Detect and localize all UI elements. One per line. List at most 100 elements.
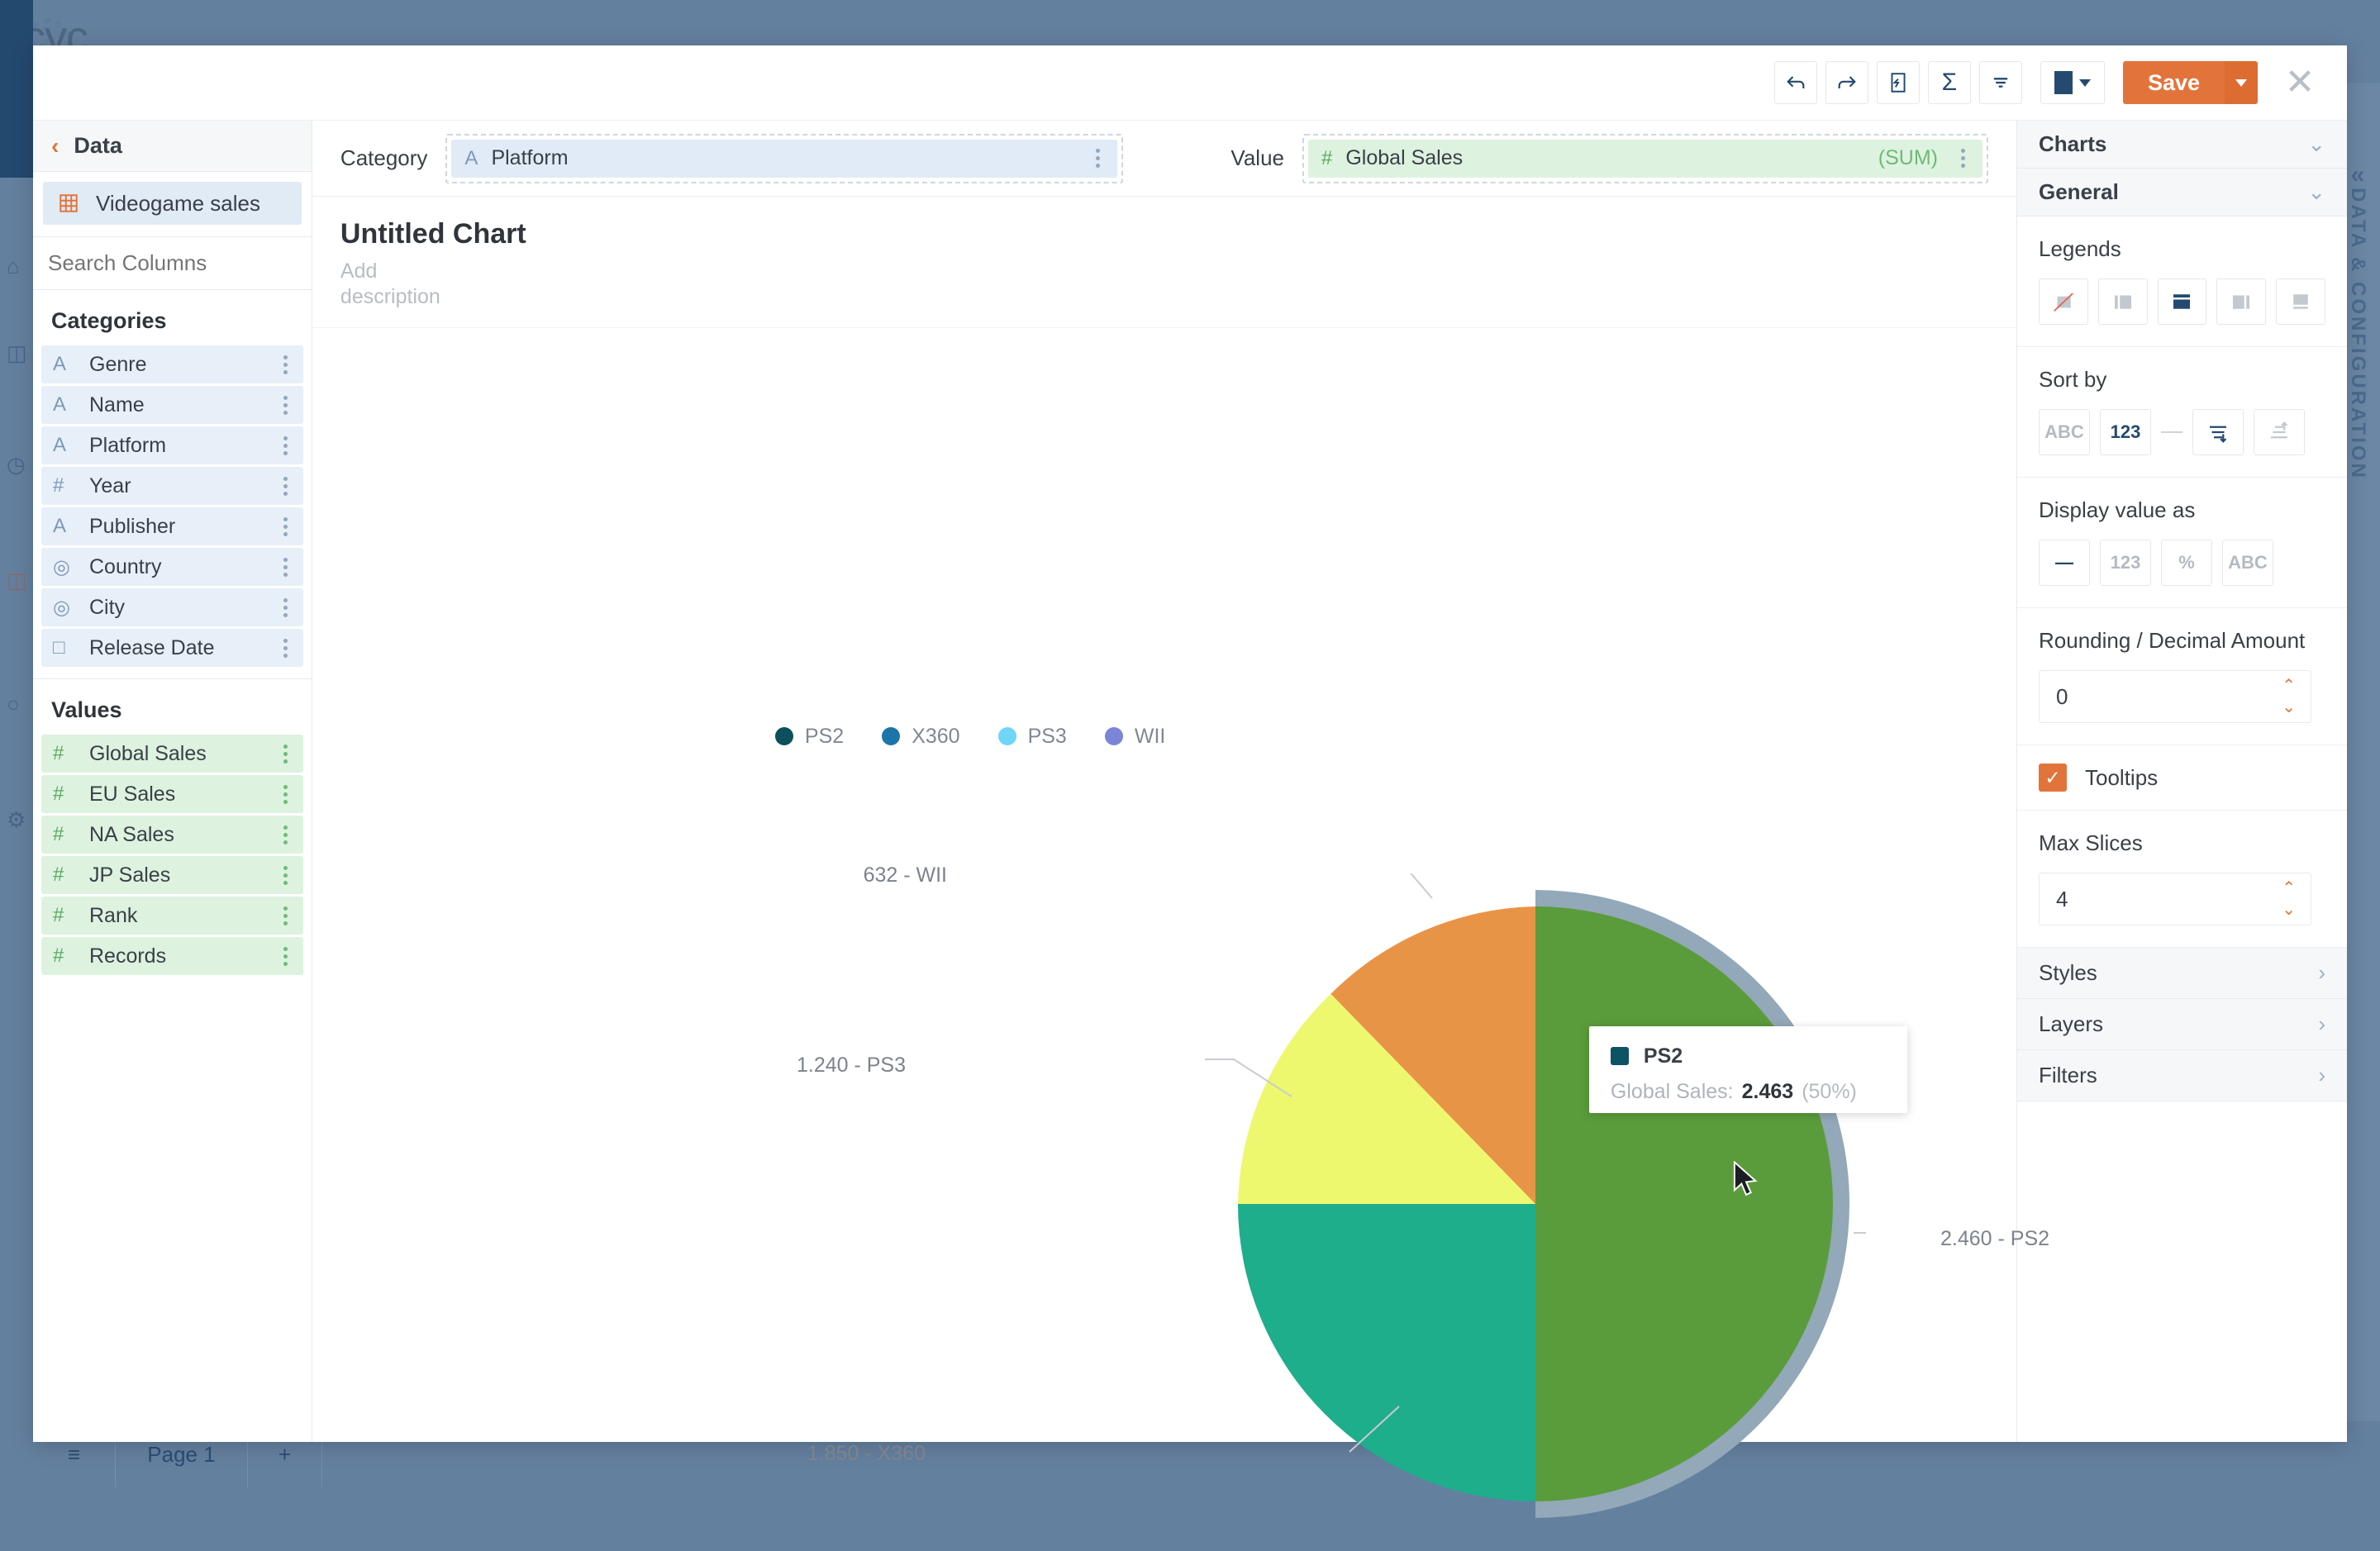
field-menu-icon[interactable] <box>283 906 288 925</box>
charts-section-label: Charts <box>2039 131 2106 157</box>
category-item-country[interactable]: ◎Country <box>41 548 303 586</box>
field-menu-icon[interactable] <box>283 825 288 844</box>
back-chevron-icon[interactable]: ‹ <box>51 133 59 159</box>
dashboard-icon[interactable]: ◫ <box>7 566 35 594</box>
value-item-rank[interactable]: #Rank <box>41 897 303 935</box>
category-item-platform[interactable]: APlatform <box>41 426 303 464</box>
field-menu-icon[interactable] <box>283 558 288 577</box>
field-menu-icon[interactable] <box>283 598 288 617</box>
sort-alpha-button[interactable]: ABC <box>2039 409 2090 455</box>
category-field-pill[interactable]: A Platform <box>451 140 1117 178</box>
value-item-global-sales[interactable]: #Global Sales <box>41 735 303 773</box>
legend-none-button[interactable] <box>2039 278 2088 325</box>
values-list: #Global Sales#EU Sales#NA Sales#JP Sales… <box>33 735 312 975</box>
close-button[interactable]: ✕ <box>2281 64 2319 102</box>
clock-icon[interactable]: ◷ <box>7 450 35 478</box>
legend-left-button[interactable] <box>2098 278 2148 325</box>
field-label: Release Date <box>89 636 283 660</box>
value-field-pill[interactable]: # Global Sales (SUM) <box>1308 140 1983 178</box>
category-item-release-date[interactable]: □Release Date <box>41 629 303 667</box>
value-item-jp-sales[interactable]: #JP Sales <box>41 856 303 894</box>
save-dropdown-button[interactable] <box>2225 61 2258 104</box>
chevron-up-icon[interactable]: ⌃ <box>2282 678 2296 694</box>
legends-option-block: Legends <box>2017 216 2347 347</box>
category-label: Category <box>340 145 428 171</box>
field-menu-icon[interactable] <box>283 436 288 455</box>
general-section-header[interactable]: General ⌄ <box>2017 169 2347 216</box>
value-item-eu-sales[interactable]: #EU Sales <box>41 775 303 813</box>
comment-icon[interactable]: ○ <box>7 690 35 718</box>
chevron-down-icon <box>2235 79 2247 87</box>
tooltip-percent: (50%) <box>1802 1080 1857 1104</box>
value-dropzone[interactable]: # Global Sales (SUM) <box>1302 134 1988 183</box>
value-item-records[interactable]: #Records <box>41 937 303 975</box>
field-menu-icon[interactable] <box>283 477 288 496</box>
sort-numeric-button[interactable]: 123 <box>2100 409 2151 455</box>
category-item-name[interactable]: AName <box>41 386 303 424</box>
tooltips-row[interactable]: ✓ Tooltips <box>2017 745 2347 811</box>
undo-button[interactable] <box>1774 61 1817 104</box>
value-field-menu-icon[interactable] <box>1961 149 1966 168</box>
chart-description-placeholder[interactable]: Add description <box>340 259 440 311</box>
dataset-item-videogame-sales[interactable]: Videogame sales <box>43 182 302 225</box>
annotate-button[interactable] <box>1877 61 1920 104</box>
aggregate-button[interactable]: Σ <box>1928 61 1971 104</box>
collapse-panel-icon[interactable]: « <box>2351 161 2365 189</box>
chevron-right-icon[interactable]: › <box>2318 1063 2325 1088</box>
display-text-button[interactable]: ABC <box>2222 540 2273 586</box>
categories-title: Categories <box>33 290 312 345</box>
chevron-down-icon[interactable]: ⌄ <box>2307 179 2325 205</box>
field-menu-icon[interactable] <box>283 639 288 658</box>
field-menu-icon[interactable] <box>283 355 288 374</box>
save-button[interactable]: Save <box>2123 61 2225 104</box>
home-icon[interactable]: ⌂ <box>7 252 35 280</box>
display-number-button[interactable]: 123 <box>2100 540 2151 586</box>
general-section-label: General <box>2039 179 2119 205</box>
styles-section[interactable]: Styles › <box>2017 948 2347 999</box>
chevron-right-icon[interactable]: › <box>2318 1011 2325 1037</box>
sort-descending-button[interactable] <box>2192 409 2244 455</box>
display-value-label: Display value as <box>2039 497 2325 523</box>
chart-editor-modal: Σ Save ✕ ‹ Data <box>33 45 2347 1442</box>
chevron-down-icon[interactable]: ⌄ <box>2307 131 2325 157</box>
chevron-right-icon[interactable]: › <box>2318 960 2325 986</box>
chevron-down-icon[interactable]: ⌄ <box>2282 699 2296 716</box>
charts-section-header[interactable]: Charts ⌄ <box>2017 121 2347 169</box>
field-menu-icon[interactable] <box>283 785 288 804</box>
value-item-na-sales[interactable]: #NA Sales <box>41 816 303 854</box>
filter-button[interactable] <box>1979 61 2022 104</box>
category-field-menu-icon[interactable] <box>1096 149 1101 168</box>
category-item-genre[interactable]: AGenre <box>41 345 303 383</box>
tooltips-checkbox[interactable]: ✓ <box>2039 764 2067 792</box>
field-menu-icon[interactable] <box>283 745 288 764</box>
category-item-city[interactable]: ◎City <box>41 588 303 626</box>
layers-section[interactable]: Layers › <box>2017 999 2347 1050</box>
field-menu-icon[interactable] <box>283 947 288 966</box>
sort-ascending-button[interactable] <box>2254 409 2305 455</box>
max-slices-stepper[interactable]: 4 ⌃ ⌄ <box>2039 873 2311 925</box>
search-input[interactable] <box>48 250 285 276</box>
sort-by-option-block: Sort by ABC 123 <box>2017 347 2347 478</box>
pie-slice-ps2[interactable] <box>1535 906 1833 1501</box>
filters-section[interactable]: Filters › <box>2017 1050 2347 1101</box>
legend-right-button[interactable] <box>2216 278 2266 325</box>
field-menu-icon[interactable] <box>283 866 288 885</box>
category-item-publisher[interactable]: APublisher <box>41 507 303 545</box>
value-label: Value <box>1230 145 1284 171</box>
plugin-icon[interactable]: ⚙ <box>7 806 35 834</box>
table-icon[interactable]: ◫ <box>7 339 35 367</box>
field-menu-icon[interactable] <box>283 517 288 536</box>
color-picker-button[interactable] <box>2040 61 2105 104</box>
redo-button[interactable] <box>1825 61 1868 104</box>
chevron-up-icon[interactable]: ⌃ <box>2282 880 2296 897</box>
legend-bottom-button[interactable] <box>2276 278 2325 325</box>
chevron-down-icon[interactable]: ⌄ <box>2282 902 2296 918</box>
legend-top-button[interactable] <box>2158 278 2207 325</box>
rounding-stepper[interactable]: 0 ⌃ ⌄ <box>2039 670 2311 723</box>
category-dropzone[interactable]: A Platform <box>445 134 1123 183</box>
display-percent-button[interactable]: % <box>2161 540 2212 586</box>
display-none-button[interactable]: — <box>2039 540 2090 586</box>
field-menu-icon[interactable] <box>283 396 288 415</box>
chart-title[interactable]: Untitled Chart <box>340 218 1988 250</box>
category-item-year[interactable]: #Year <box>41 467 303 505</box>
